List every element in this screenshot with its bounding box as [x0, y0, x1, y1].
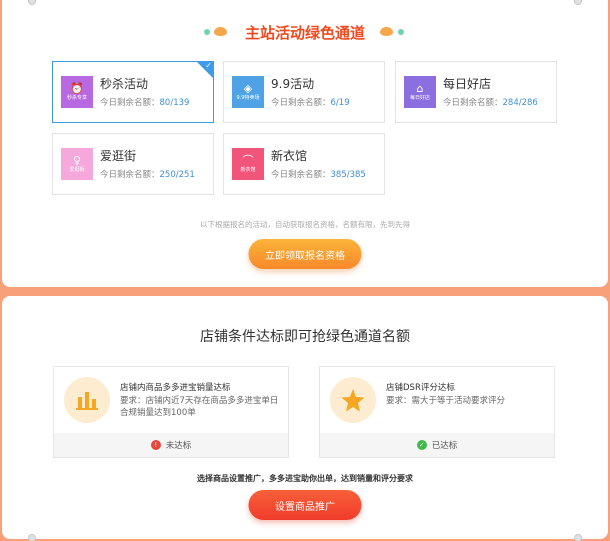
- hint-text: 以下根据报名的活动，自动获取报名资格，名额有限，先到先得: [200, 220, 410, 229]
- dress-icon: ♀ 爱逛街: [61, 148, 93, 180]
- activity-name: 9.9活动: [271, 77, 315, 91]
- condition-title: 店铺内商品多多进宝销量达标: [120, 383, 231, 393]
- activity-card-shopping[interactable]: ♀ 爱逛街 爱逛街 今日剩余名额：250/251: [52, 133, 214, 195]
- rivet-decoration: [28, 0, 36, 5]
- condition-card-dsr: 店铺DSR评分达标 要求：需大于等于活动要求评分 ✓ 已达标: [319, 366, 555, 458]
- bar-chart-icon: [64, 377, 110, 423]
- hanger-icon: ⌒ 新衣馆: [232, 148, 264, 180]
- claim-qualification-button[interactable]: 立即领取报名资格: [248, 239, 362, 269]
- activity-quota: 今日剩余名额：250/251: [100, 170, 195, 180]
- activity-name: 新衣馆: [271, 149, 308, 163]
- alarm-clock-icon: ⏰ 秒杀专享: [61, 76, 93, 108]
- status-label: 未达标: [165, 441, 192, 451]
- set-promotion-button[interactable]: 设置商品推广: [248, 490, 362, 520]
- activity-name: 爱逛街: [100, 149, 137, 163]
- star-icon: [330, 377, 376, 423]
- condition-desc: 要求：需大于等于活动要求评分: [386, 396, 506, 406]
- promotion-tip: 选择商品设置推广，多多进宝助你出单，达到销量和评分要求: [197, 474, 413, 483]
- activity-quota: 今日剩余名额：80/139: [100, 98, 190, 108]
- rivet-decoration: [574, 534, 582, 541]
- activity-name: 每日好店: [443, 77, 492, 91]
- conditions-title: 店铺条件达标即可抢绿色通道名额: [200, 329, 410, 345]
- activity-quota: 今日剩余名额：6/19: [271, 98, 350, 108]
- check-icon: ✓: [416, 440, 427, 450]
- condition-card-sales: 店铺内商品多多进宝销量达标 要求：店铺内近7天存在商品多多进宝单日合规销量达到1…: [53, 366, 289, 458]
- activity-card-seckill[interactable]: ⏰ 秒杀专享 秒杀活动 今日剩余名额：80/139 ✓: [52, 61, 214, 123]
- check-icon: ✓: [205, 61, 212, 70]
- activity-card-9-9[interactable]: ◈ 9.9特卖场 9.9活动 今日剩余名额：6/19: [223, 61, 385, 123]
- rivet-decoration: [574, 0, 582, 5]
- warning-icon: !: [150, 440, 161, 450]
- rivet-decoration: [28, 534, 36, 541]
- status-label: 已达标: [431, 441, 458, 451]
- store-icon: ⌂ 每日好店: [404, 76, 436, 108]
- activity-card-new-clothes[interactable]: ⌒ 新衣馆 新衣馆 今日剩余名额：385/385: [223, 133, 385, 195]
- activity-name: 秒杀活动: [100, 77, 149, 91]
- condition-desc: 要求：店铺内近7天存在商品多多进宝单日合规销量达到100单: [120, 396, 279, 418]
- activity-quota: 今日剩余名额：385/385: [271, 170, 366, 180]
- activity-quota: 今日剩余名额：284/286: [443, 98, 538, 108]
- condition-status: ! 未达标: [54, 433, 288, 457]
- condition-title: 店铺DSR评分达标: [386, 383, 455, 393]
- tag-icon: ◈ 9.9特卖场: [232, 76, 264, 108]
- page-title: 主站活动绿色通道: [244, 24, 365, 42]
- activity-card-daily-store[interactable]: ⌂ 每日好店 每日好店 今日剩余名额：284/286: [395, 61, 557, 123]
- condition-status: ✓ 已达标: [320, 433, 554, 457]
